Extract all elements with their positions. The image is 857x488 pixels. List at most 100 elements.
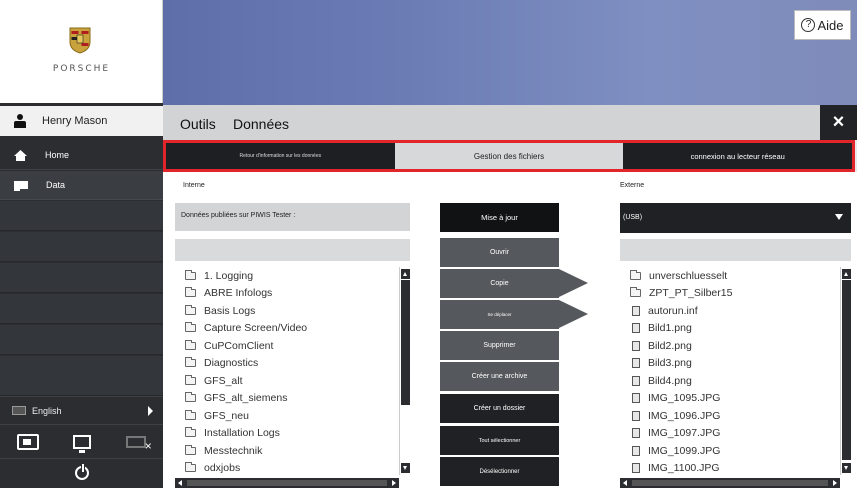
horizontal-scrollbar[interactable]: [175, 478, 399, 488]
list-item[interactable]: Bild2.png: [630, 337, 851, 355]
scroll-down-icon[interactable]: [401, 463, 410, 473]
tab-gestion-fichiers[interactable]: Gestion des fichiers: [394, 143, 624, 169]
scroll-left-icon[interactable]: [178, 480, 182, 486]
home-icon: [14, 149, 27, 161]
internal-source-title: Données publiées sur PIWIS Tester :: [175, 203, 410, 231]
folder-icon: [185, 269, 196, 280]
sidebar-item-label: Data: [46, 180, 66, 190]
list-item[interactable]: ABRE Infologs: [185, 285, 410, 303]
arrow-right-icon: [559, 300, 588, 328]
list-item-label: ZPT_PT_Silber15: [649, 287, 733, 300]
update-button[interactable]: Mise à jour: [440, 203, 559, 232]
file-icon: [632, 393, 640, 404]
list-item-label: Basis Logs: [204, 304, 256, 317]
list-item-label: Bild3.png: [648, 357, 692, 370]
list-item[interactable]: 1. Logging: [185, 267, 410, 285]
copy-button[interactable]: Copie: [440, 269, 588, 298]
vertical-scrollbar[interactable]: [840, 267, 851, 475]
list-item[interactable]: Bild1.png: [630, 320, 851, 338]
file-manager: Interne Externe Données publiées sur PIW…: [163, 172, 857, 488]
sidebar-empty-row: [0, 201, 163, 231]
list-item[interactable]: Bild4.png: [630, 372, 851, 390]
open-button[interactable]: Ouvrir: [440, 238, 559, 267]
list-item[interactable]: GFS_neu: [185, 407, 410, 425]
list-item[interactable]: Capture Screen/Video: [185, 320, 410, 338]
scroll-right-icon[interactable]: [833, 480, 837, 486]
list-item-label: GFS_alt: [204, 374, 243, 387]
chevron-right-icon: [148, 406, 153, 416]
disconnect-icon[interactable]: [125, 435, 152, 452]
list-item[interactable]: IMG_1099.JPG: [630, 442, 851, 460]
scrollbar-track[interactable]: [187, 480, 387, 486]
list-item-label: autorun.inf: [648, 304, 698, 317]
sidebar: PORSCHE Henry Mason Home Data English: [0, 0, 163, 488]
scroll-right-icon[interactable]: [392, 480, 396, 486]
power-icon[interactable]: [75, 463, 89, 480]
tab-retour-information[interactable]: Retour d'information sur les données: [166, 143, 395, 169]
sidebar-empty-row: [0, 325, 163, 355]
list-item-label: unverschluesselt: [649, 269, 728, 282]
scrollbar-track[interactable]: [632, 480, 828, 486]
list-item[interactable]: Installation Logs: [185, 425, 410, 443]
move-button[interactable]: Se déplacer: [440, 300, 588, 329]
file-icon: [632, 358, 640, 369]
list-item-label: IMG_1100.JPG: [648, 462, 720, 475]
list-item[interactable]: Basis Logs: [185, 302, 410, 320]
delete-button[interactable]: Supprimer: [440, 331, 559, 360]
external-file-list[interactable]: unverschluesselt ZPT_PT_Silber15 autorun.i…: [620, 267, 851, 488]
sidebar-empty-row: [0, 294, 163, 324]
scroll-up-icon[interactable]: [401, 269, 410, 279]
list-item[interactable]: IMG_1097.JPG: [630, 425, 851, 443]
horizontal-scrollbar[interactable]: [620, 478, 840, 488]
file-icon: [632, 445, 640, 456]
question-circle-icon: ?: [801, 18, 816, 32]
create-archive-button[interactable]: Créer une archive: [440, 362, 559, 391]
monitor-icon[interactable]: [73, 434, 92, 453]
list-item[interactable]: IMG_1095.JPG: [630, 390, 851, 408]
help-button[interactable]: ? Aide: [794, 10, 851, 40]
list-item-label: odxjobs: [204, 462, 241, 475]
power-row: [0, 458, 163, 488]
list-item[interactable]: CuPComClient: [185, 337, 410, 355]
internal-filter-field[interactable]: [175, 239, 410, 261]
list-item-label: IMG_1097.JPG: [648, 427, 721, 440]
list-item[interactable]: Bild3.png: [630, 355, 851, 373]
list-item[interactable]: IMG_1096.JPG: [630, 407, 851, 425]
internal-panel-label: Interne: [183, 182, 205, 189]
list-item[interactable]: Messtechnik: [185, 442, 410, 460]
porsche-crest-logo: [69, 27, 91, 54]
language-selector[interactable]: English: [0, 396, 163, 424]
scrollbar-thumb[interactable]: [401, 280, 410, 405]
sidebar-item-data[interactable]: Data: [0, 171, 163, 200]
internal-file-list[interactable]: 1. Logging ABRE Infologs Basis Logs Capture…: [175, 267, 410, 488]
device-select[interactable]: (USB): [620, 203, 851, 233]
list-item-label: ABRE Infologs: [204, 287, 273, 300]
tab-connexion-reseau[interactable]: connexion au lecteur réseau: [623, 143, 852, 169]
list-item[interactable]: GFS_alt: [185, 372, 410, 390]
folder-icon: [185, 427, 196, 438]
scroll-down-icon[interactable]: [842, 463, 851, 473]
deselect-button[interactable]: Désélectionner: [440, 457, 559, 486]
menu-item-outils[interactable]: Outils: [180, 116, 216, 132]
scrollbar-thumb[interactable]: [842, 280, 851, 460]
battery-icon[interactable]: [17, 433, 40, 450]
scroll-left-icon[interactable]: [623, 480, 627, 486]
folder-icon: [185, 462, 196, 473]
vertical-scrollbar[interactable]: [399, 267, 410, 475]
folder-icon: [185, 357, 196, 368]
list-item[interactable]: unverschluesselt: [630, 267, 851, 285]
sidebar-item-home[interactable]: Home: [0, 141, 163, 170]
list-item[interactable]: ZPT_PT_Silber15: [630, 285, 851, 303]
close-button[interactable]: ×: [820, 105, 857, 140]
scroll-up-icon[interactable]: [842, 269, 851, 279]
select-all-button[interactable]: Tout sélectionner: [440, 426, 559, 455]
create-folder-button[interactable]: Créer un dossier: [440, 394, 559, 423]
list-item[interactable]: odxjobs: [185, 460, 410, 478]
list-item[interactable]: Diagnostics: [185, 355, 410, 373]
list-item[interactable]: GFS_alt_siemens: [185, 390, 410, 408]
menu-item-donnees[interactable]: Données: [233, 116, 289, 132]
list-item[interactable]: autorun.inf: [630, 302, 851, 320]
list-item[interactable]: IMG_1100.JPG: [630, 460, 851, 478]
external-filter-field[interactable]: [620, 239, 851, 261]
user-profile[interactable]: Henry Mason: [0, 106, 163, 136]
